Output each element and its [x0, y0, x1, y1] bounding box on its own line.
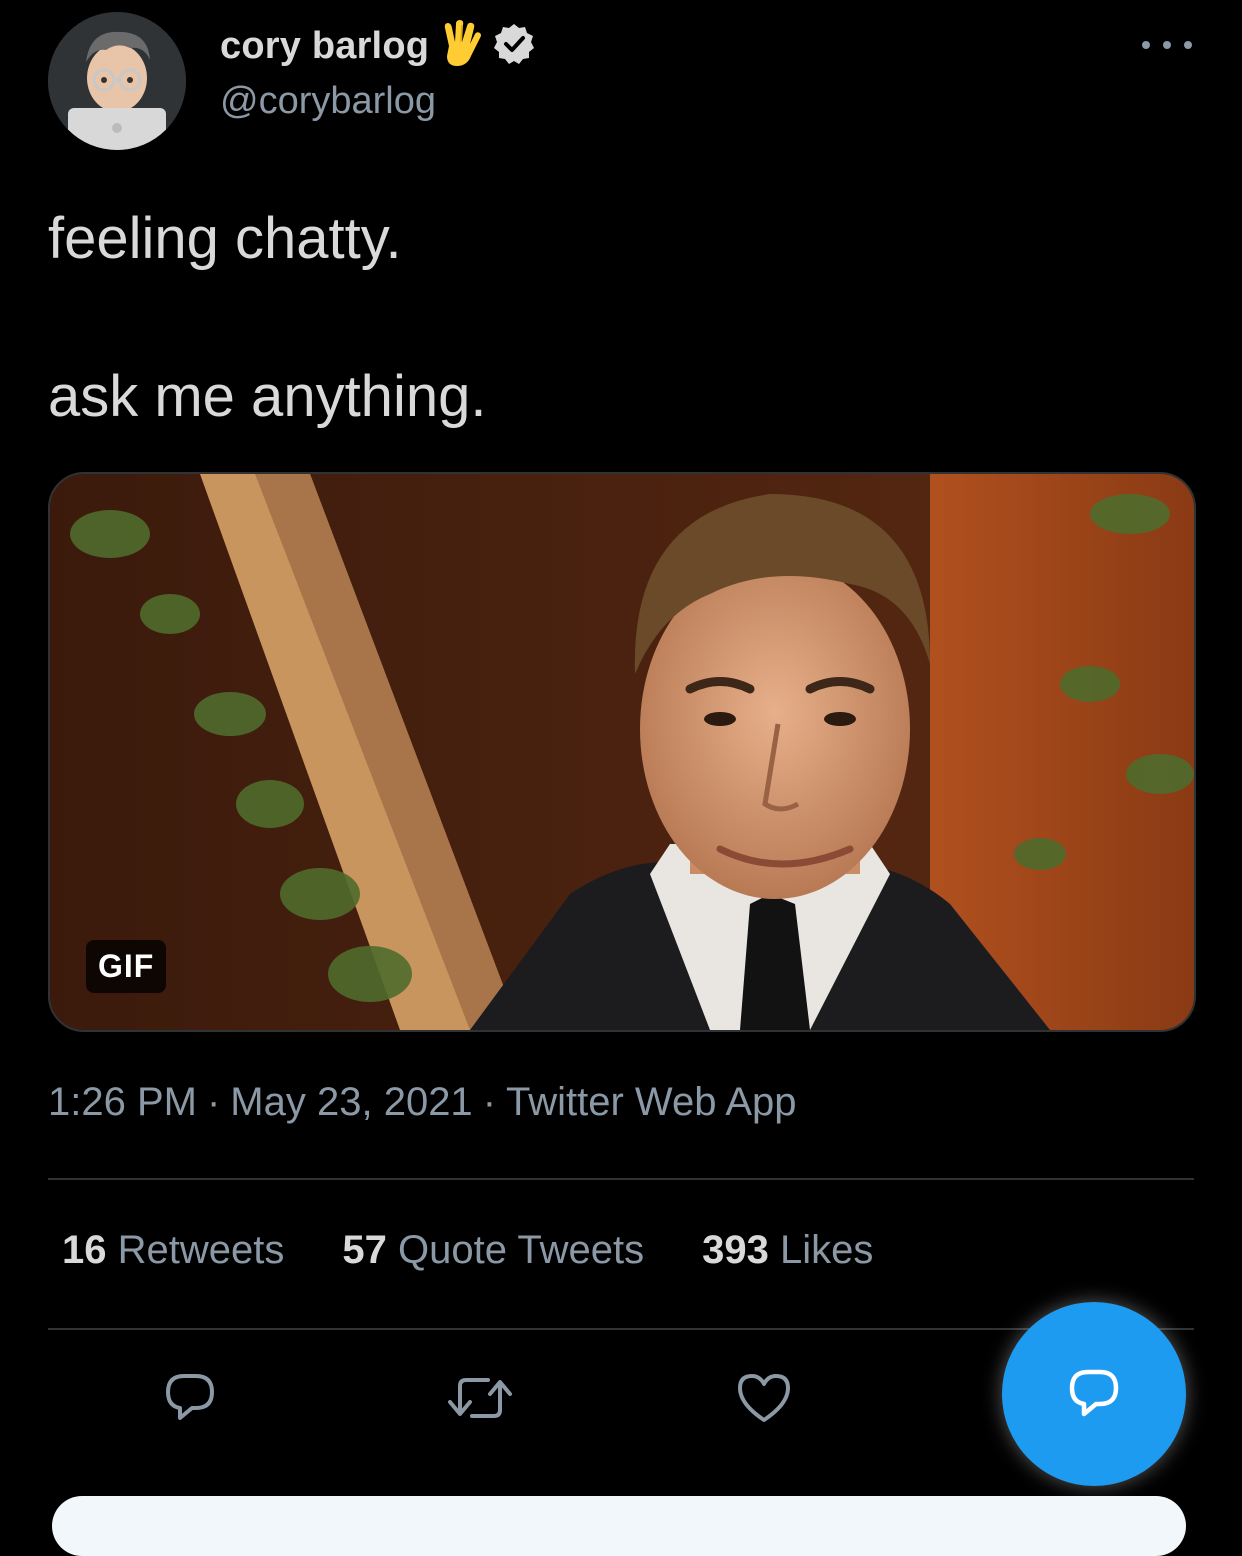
more-dot	[1163, 41, 1171, 49]
reply-input-bar[interactable]	[52, 1496, 1186, 1556]
compose-reply-icon	[1069, 1369, 1119, 1417]
author-name-row[interactable]: cory barlog	[220, 19, 535, 73]
gif-preview-image	[50, 474, 1194, 1030]
likes-label: Likes	[779, 1228, 874, 1272]
quote-tweets-stat[interactable]: 57 Quote Tweets	[342, 1228, 644, 1273]
gif-badge: GIF	[86, 940, 167, 993]
quote-tweets-count: 57	[342, 1228, 387, 1272]
tweet-source[interactable]: Twitter Web App	[506, 1080, 797, 1124]
tweet-meta: 1:26 PM · May 23, 2021 · Twitter Web App	[48, 1080, 797, 1125]
like-button[interactable]	[736, 1370, 792, 1426]
reply-icon	[166, 1374, 214, 1420]
divider	[48, 1328, 1194, 1330]
meta-separator: ·	[206, 1080, 221, 1124]
retweets-label: Retweets	[117, 1228, 285, 1272]
likes-count: 393	[702, 1228, 769, 1272]
tweet-text: feeling chatty. ask me anything.	[48, 200, 1188, 436]
verified-badge-icon	[493, 23, 535, 70]
compose-reply-fab[interactable]	[1002, 1302, 1186, 1486]
retweet-button[interactable]	[448, 1370, 512, 1426]
reply-button[interactable]	[162, 1370, 218, 1426]
like-icon	[738, 1374, 790, 1422]
divider	[48, 1178, 1194, 1180]
retweet-icon	[448, 1378, 512, 1418]
more-dot	[1184, 41, 1192, 49]
avatar[interactable]	[48, 12, 186, 150]
tweet-stats: 16 Retweets 57 Quote Tweets 393 Likes	[62, 1228, 873, 1273]
more-options-button[interactable]	[1142, 30, 1192, 60]
tweet-text-line: feeling chatty.	[48, 206, 402, 271]
avatar-memoji-image	[48, 12, 186, 150]
likes-stat[interactable]: 393 Likes	[702, 1228, 873, 1273]
retweets-stat[interactable]: 16 Retweets	[62, 1228, 284, 1273]
gif-media[interactable]: GIF	[48, 472, 1196, 1032]
tweet-date: May 23, 2021	[230, 1080, 473, 1124]
quote-tweets-label: Quote Tweets	[398, 1228, 645, 1272]
tweet-text-line: ask me anything.	[48, 364, 487, 429]
author-handle[interactable]: @corybarlog	[220, 80, 436, 123]
more-dot	[1142, 41, 1150, 49]
vulcan-salute-icon	[439, 19, 483, 73]
author-display-name[interactable]: cory barlog	[220, 25, 429, 68]
meta-separator: ·	[482, 1080, 497, 1124]
retweets-count: 16	[62, 1228, 107, 1272]
tweet-time: 1:26 PM	[48, 1080, 197, 1124]
